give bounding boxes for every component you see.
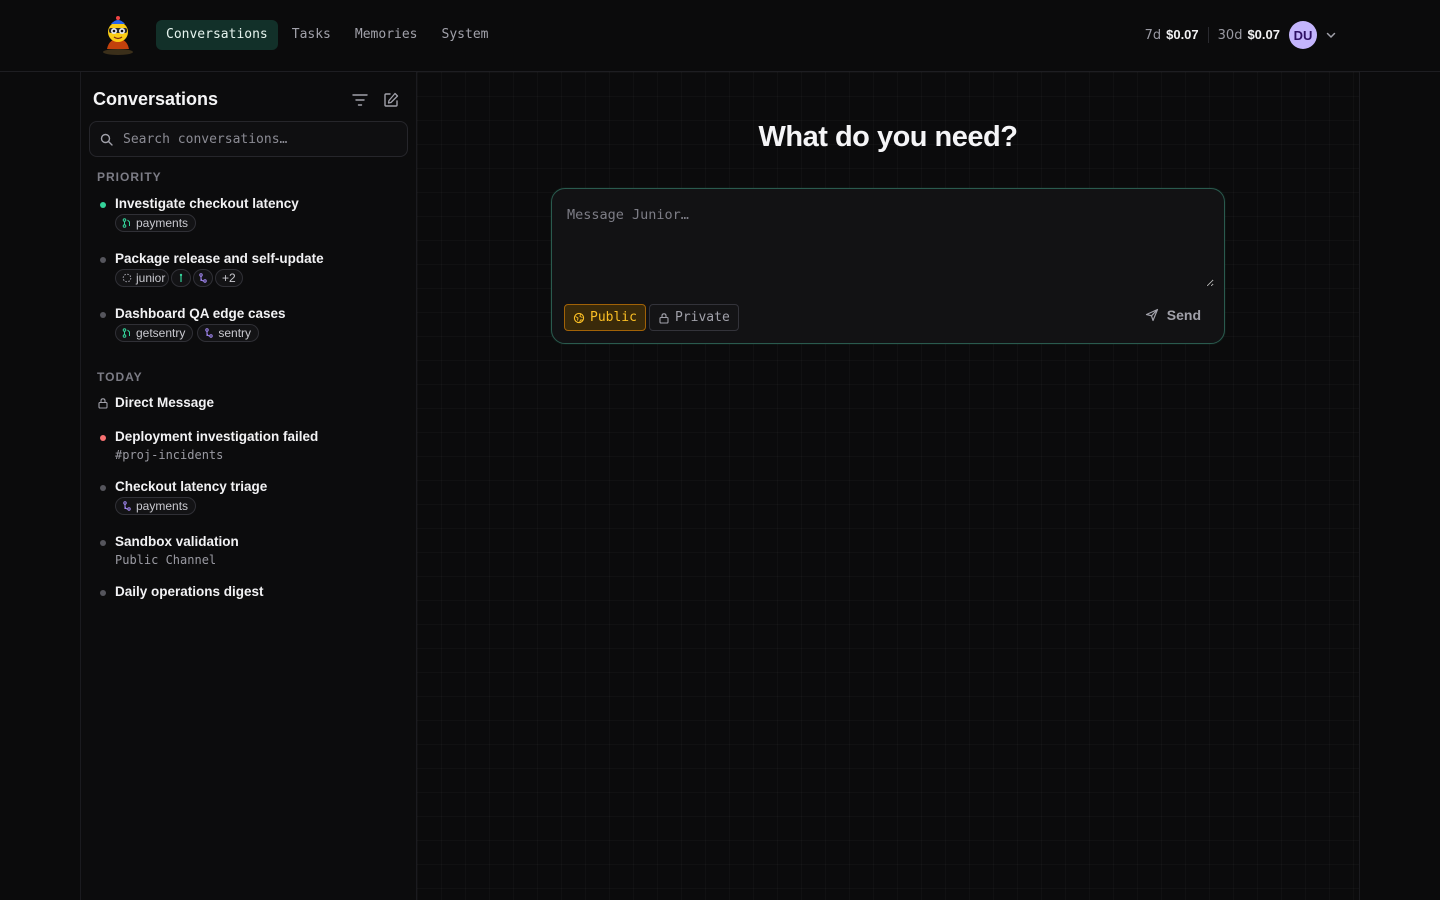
main-panel: What do you need? Public Private Send (417, 72, 1359, 900)
filter-icon[interactable] (351, 91, 369, 109)
conversation-title: Sandbox validation (115, 534, 239, 549)
tag-label: sentry (218, 326, 252, 340)
pull-request-icon (179, 273, 183, 282)
repo-tag: getsentry (115, 324, 194, 342)
loading-icon (122, 273, 132, 283)
send-button[interactable]: Send (1145, 307, 1201, 323)
send-label: Send (1166, 307, 1201, 323)
merge-icon (199, 273, 207, 283)
conversation-item[interactable]: Package release and self-update junior +… (97, 251, 407, 291)
section-label-today: TODAY (97, 370, 143, 384)
repo-tag: sentry (197, 324, 260, 342)
tag-label: payments (136, 499, 189, 513)
more-tags-badge: +2 (215, 269, 243, 287)
conversation-channel: Public Channel (115, 553, 217, 567)
status-dot (100, 485, 106, 491)
tag-list: payments (115, 214, 197, 232)
conversation-title: Package release and self-update (115, 251, 324, 266)
public-toggle-button[interactable]: Public (564, 304, 646, 331)
status-dot (100, 257, 106, 263)
public-label: Public (590, 310, 637, 325)
conversation-title: Deployment investigation failed (115, 429, 319, 444)
conversation-item[interactable]: Direct Message (97, 395, 407, 415)
globe-icon (573, 312, 585, 323)
conversation-item[interactable]: Daily operations digest (97, 584, 407, 604)
page-heading: What do you need? (758, 121, 1018, 153)
search-field[interactable] (89, 121, 408, 157)
usage-7d-label: 7d (1144, 28, 1162, 43)
tag-label: payments (136, 216, 189, 230)
conversation-channel: #proj-incidents (115, 448, 224, 462)
top-header: Conversations Tasks Memories System 7d $… (0, 0, 1440, 72)
tag-label: getsentry (136, 326, 186, 340)
conversations-sidebar: Conversations PRIORITY Investigate check… (81, 72, 416, 900)
lock-icon (659, 312, 669, 324)
usage-7d: 7d $0.07 (1136, 27, 1208, 43)
private-toggle-button[interactable]: Private (649, 304, 739, 331)
lock-icon (98, 398, 108, 409)
repo-tag: payments (115, 497, 197, 515)
junior-logo[interactable] (99, 15, 137, 55)
message-input[interactable] (565, 205, 1214, 287)
section-label-priority: PRIORITY (97, 170, 162, 184)
sidebar-title: Conversations (93, 89, 219, 109)
status-dot (100, 312, 106, 318)
usage-30d-value: $0.07 (1247, 27, 1280, 42)
nav-system[interactable]: System (432, 20, 499, 50)
status-dot (100, 590, 106, 596)
usage-summary: 7d $0.07 30d $0.07 DU (1136, 21, 1337, 49)
conversation-item[interactable]: Checkout latency triage payments (97, 479, 407, 519)
pull-request-icon (122, 328, 130, 338)
main-nav: Conversations Tasks Memories System (156, 20, 498, 50)
status-dot (100, 202, 106, 208)
repo-tag (171, 269, 191, 287)
tag-list: getsentry sentry (115, 324, 260, 342)
merge-icon (123, 501, 131, 511)
usage-30d-label: 30d (1217, 28, 1243, 43)
conversation-title: Daily operations digest (115, 584, 264, 599)
user-avatar[interactable]: DU (1289, 21, 1317, 49)
status-dot (100, 435, 106, 441)
search-icon (100, 133, 113, 146)
divider (1359, 72, 1360, 900)
send-icon (1145, 308, 1158, 322)
conversation-title: Checkout latency triage (115, 479, 268, 494)
chevron-down-icon[interactable] (1325, 29, 1337, 41)
merge-icon (205, 328, 214, 338)
private-label: Private (675, 310, 730, 325)
nav-tasks[interactable]: Tasks (282, 20, 341, 50)
pull-request-icon (122, 218, 130, 228)
new-conversation-icon[interactable] (382, 91, 400, 109)
conversation-title: Investigate checkout latency (115, 196, 299, 211)
status-dot (100, 540, 106, 546)
conversation-title: Dashboard QA edge cases (115, 306, 286, 321)
usage-30d: 30d $0.07 (1207, 27, 1289, 43)
repo-tag (193, 269, 213, 287)
repo-tag: payments (115, 214, 197, 232)
tag-list: junior +2 (115, 269, 243, 287)
message-composer: Public Private Send (551, 188, 1225, 344)
tag-list: payments (115, 497, 197, 515)
repo-tag: junior (115, 269, 169, 287)
search-input[interactable] (121, 130, 405, 148)
nav-conversations[interactable]: Conversations (156, 20, 278, 50)
tag-label: junior (136, 271, 166, 285)
conversation-title: Direct Message (115, 395, 215, 410)
conversation-item[interactable]: Dashboard QA edge cases getsentry sentry (97, 306, 407, 346)
conversation-item[interactable]: Deployment investigation failed #proj-in… (97, 429, 407, 465)
usage-7d-value: $0.07 (1166, 27, 1199, 42)
conversation-item[interactable]: Sandbox validation Public Channel (97, 534, 407, 570)
conversation-item[interactable]: Investigate checkout latency payments (97, 196, 407, 236)
nav-memories[interactable]: Memories (345, 20, 428, 50)
